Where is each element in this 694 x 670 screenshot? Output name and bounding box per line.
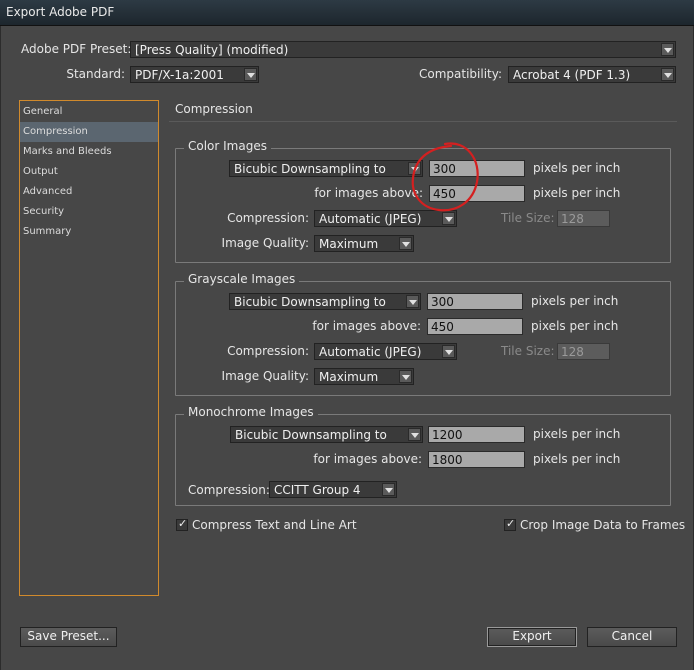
preset-dropdown[interactable]: [Press Quality] (modified) [130,41,676,58]
preset-value: [Press Quality] (modified) [135,43,289,57]
compress-text-checkbox[interactable] [176,517,188,531]
red-annotation-circle [411,142,479,212]
gray-above-label: for images above: [312,319,421,333]
sidebar-item-output[interactable]: Output [20,162,158,182]
color-quality-label: Image Quality: [221,236,309,250]
save-preset-button[interactable]: Save Preset... [20,627,117,647]
standard-label: Standard: [66,67,125,81]
standard-dropdown[interactable]: PDF/X-1a:2001 [130,66,259,83]
preset-label: Adobe PDF Preset: [21,42,132,56]
color-compression-label: Compression: [227,211,309,225]
mono-ppi-unit: pixels per inch [533,427,621,441]
color-sampling-dropdown[interactable]: Bicubic Downsampling to [229,160,423,177]
color-tile-input: 128 [557,210,610,227]
mono-above-unit: pixels per inch [533,452,621,466]
sidebar-item-marks-and-bleeds[interactable]: Marks and Bleeds [20,142,158,162]
gray-compression-dropdown[interactable]: Automatic (JPEG) [314,343,457,360]
chevron-down-icon [399,237,412,250]
mono-sampling-dropdown[interactable]: Bicubic Downsampling to [230,426,423,443]
monochrome-images-title: Monochrome Images [184,405,318,419]
gray-quality-value: Maximum [319,370,379,384]
color-tile-label: Tile Size: [501,211,555,225]
compatibility-dropdown[interactable]: Acrobat 4 (PDF 1.3) [508,66,676,83]
color-quality-value: Maximum [319,237,379,251]
mono-compression-dropdown[interactable]: CCITT Group 4 [269,481,397,498]
mono-above-input[interactable]: 1800 [428,451,525,468]
crop-image-label: Crop Image Data to Frames [520,518,686,532]
gray-quality-label: Image Quality: [221,369,309,383]
standard-value: PDF/X-1a:2001 [135,68,224,82]
grayscale-images-title: Grayscale Images [184,272,300,286]
mono-ppi-input[interactable]: 1200 [428,426,525,443]
cancel-button[interactable]: Cancel [587,627,677,647]
gray-sampling-value: Bicubic Downsampling to [234,295,386,309]
section-title: Compression [175,102,253,116]
compatibility-value: Acrobat 4 (PDF 1.3) [513,68,631,82]
gray-quality-dropdown[interactable]: Maximum [314,368,414,385]
gray-compression-label: Compression: [227,344,309,358]
color-images-title: Color Images [184,139,271,153]
chevron-down-icon [406,295,419,308]
sidebar-item-advanced[interactable]: Advanced [20,182,158,202]
sidebar-item-general[interactable]: General [20,102,158,122]
gray-tile-label: Tile Size: [501,344,555,358]
window-title: Export Adobe PDF [6,5,115,19]
mono-compression-label: Compression: [188,483,270,497]
gray-above-input[interactable]: 450 [427,318,523,335]
gray-above-unit: pixels per inch [531,319,619,333]
dialog-window: Adobe PDF Preset: [Press Quality] (modif… [0,26,694,670]
title-bar: Export Adobe PDF [0,0,694,26]
chevron-down-icon [442,345,455,358]
gray-ppi-input[interactable]: 300 [427,293,523,310]
mono-above-label: for images above: [313,452,422,466]
chevron-down-icon [661,43,674,56]
compatibility-label: Compatibility: [418,67,502,81]
mono-sampling-value: Bicubic Downsampling to [235,428,387,442]
color-above-unit: pixels per inch [533,186,621,200]
sidebar-item-summary[interactable]: Summary [20,222,158,242]
color-above-label: for images above: [314,186,423,200]
section-divider [169,121,677,122]
color-sampling-value: Bicubic Downsampling to [234,162,386,176]
color-ppi-unit: pixels per inch [533,161,621,175]
mono-compression-value: CCITT Group 4 [274,483,361,497]
gray-ppi-unit: pixels per inch [531,294,619,308]
gray-tile-input: 128 [557,343,610,360]
export-button[interactable]: Export [487,627,577,647]
sidebar: General Compression Marks and Bleeds Out… [19,100,159,596]
compress-text-label: Compress Text and Line Art [192,518,357,532]
chevron-down-icon [661,68,674,81]
gray-compression-value: Automatic (JPEG) [319,345,422,359]
chevron-down-icon [399,370,412,383]
sidebar-item-compression[interactable]: Compression [20,122,158,142]
color-quality-dropdown[interactable]: Maximum [314,235,414,252]
sidebar-item-security[interactable]: Security [20,202,158,222]
crop-image-checkbox[interactable] [504,517,516,531]
chevron-down-icon [244,68,257,81]
gray-sampling-dropdown[interactable]: Bicubic Downsampling to [229,293,421,310]
chevron-down-icon [382,483,395,496]
chevron-down-icon [408,428,421,441]
